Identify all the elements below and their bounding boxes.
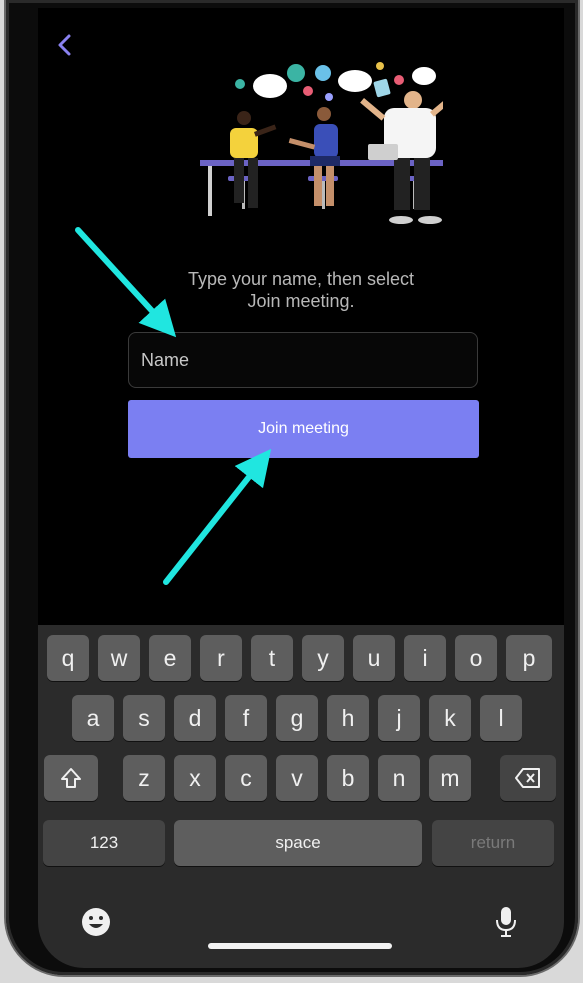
chevron-left-icon bbox=[58, 34, 71, 56]
emoji-icon bbox=[82, 908, 110, 936]
key-p[interactable]: p bbox=[506, 635, 552, 681]
shift-key[interactable] bbox=[44, 755, 98, 801]
key-k[interactable]: k bbox=[429, 695, 471, 741]
key-h[interactable]: h bbox=[327, 695, 369, 741]
instruction-line-1: Type your name, then select bbox=[187, 269, 415, 289]
delete-key[interactable] bbox=[500, 755, 556, 801]
key-n[interactable]: n bbox=[378, 755, 420, 801]
app-screen: Type your name, then select Join meeting… bbox=[38, 8, 564, 968]
key-g[interactable]: g bbox=[276, 695, 318, 741]
emoji-button[interactable] bbox=[76, 902, 116, 942]
on-screen-keyboard: q w e r t y u i o p a s d f g h j k l z … bbox=[38, 625, 564, 968]
numbers-key[interactable]: 123 bbox=[43, 820, 165, 866]
instruction-line-2: Join meeting. bbox=[247, 291, 355, 311]
key-y[interactable]: y bbox=[302, 635, 344, 681]
key-r[interactable]: r bbox=[200, 635, 242, 681]
key-t[interactable]: t bbox=[251, 635, 293, 681]
key-i[interactable]: i bbox=[404, 635, 446, 681]
name-input[interactable] bbox=[128, 332, 478, 388]
arrow-to-join-button bbox=[163, 448, 272, 585]
key-v[interactable]: v bbox=[276, 755, 318, 801]
microphone-icon bbox=[496, 907, 516, 937]
key-b[interactable]: b bbox=[327, 755, 369, 801]
key-o[interactable]: o bbox=[455, 635, 497, 681]
key-c[interactable]: c bbox=[225, 755, 267, 801]
back-button[interactable] bbox=[50, 30, 80, 60]
backspace-icon bbox=[515, 768, 540, 788]
home-indicator[interactable] bbox=[208, 943, 392, 949]
space-key[interactable]: space bbox=[174, 820, 422, 866]
key-l[interactable]: l bbox=[480, 695, 522, 741]
key-j[interactable]: j bbox=[378, 695, 420, 741]
return-key[interactable]: return bbox=[432, 820, 554, 866]
meeting-people-illustration bbox=[200, 62, 443, 224]
key-f[interactable]: f bbox=[225, 695, 267, 741]
key-x[interactable]: x bbox=[174, 755, 216, 801]
key-m[interactable]: m bbox=[429, 755, 471, 801]
key-s[interactable]: s bbox=[123, 695, 165, 741]
shift-icon bbox=[61, 768, 81, 788]
key-d[interactable]: d bbox=[174, 695, 216, 741]
key-u[interactable]: u bbox=[353, 635, 395, 681]
key-w[interactable]: w bbox=[98, 635, 140, 681]
instruction-text: Type your name, then select Join meeting… bbox=[38, 268, 564, 312]
key-e[interactable]: e bbox=[149, 635, 191, 681]
phone-frame: Type your name, then select Join meeting… bbox=[6, 0, 578, 975]
key-a[interactable]: a bbox=[72, 695, 114, 741]
join-meeting-button[interactable]: Join meeting bbox=[128, 400, 479, 458]
key-q[interactable]: q bbox=[47, 635, 89, 681]
key-z[interactable]: z bbox=[123, 755, 165, 801]
microphone-button[interactable] bbox=[486, 902, 526, 942]
